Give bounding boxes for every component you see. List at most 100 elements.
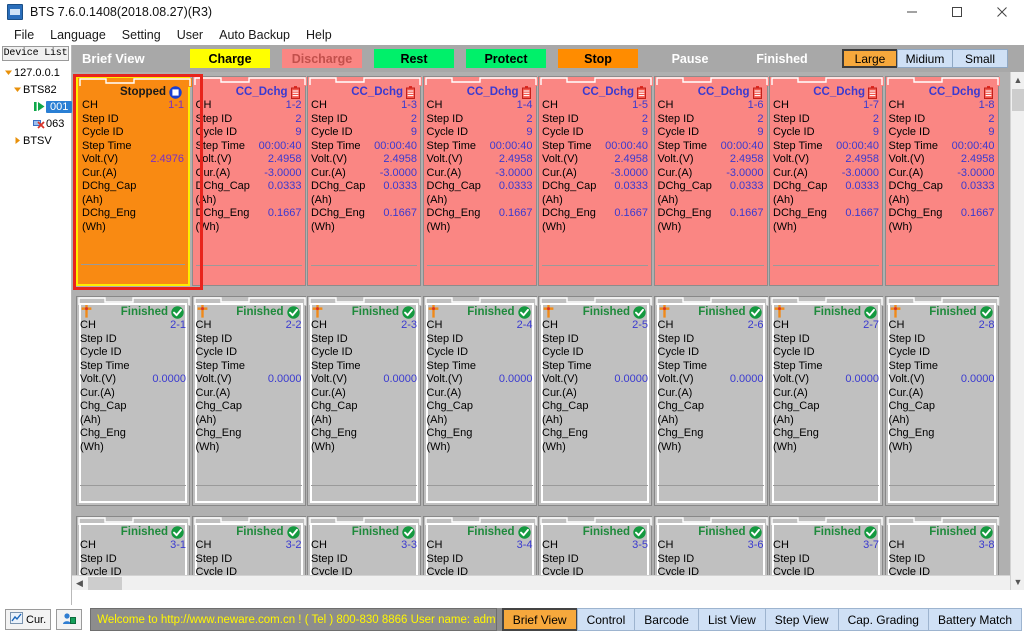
tab-battery-match[interactable]: Battery Match	[927, 608, 1022, 631]
channel-card-1-6[interactable]: CC_Dchg CH 1-6 Step ID 2 Cycle ID 9 Step Time 00…	[653, 76, 769, 286]
legend-chip-finished[interactable]: Finished	[742, 49, 822, 68]
menu-item-auto-backup[interactable]: Auto Backup	[211, 26, 298, 44]
tab-list-view[interactable]: List View	[697, 608, 766, 631]
chevron-down-icon[interactable]	[2, 68, 14, 77]
field-volt: Volt.(V) 0.0000	[889, 373, 995, 387]
value-volt: 0.0000	[729, 373, 764, 385]
field-eng: Chg_Eng	[889, 427, 995, 441]
channel-card-1-2[interactable]: CC_Dchg CH 1-2 Step ID 2 Cycle ID 9 Step Time 00…	[191, 76, 307, 286]
user-tool-button[interactable]	[56, 609, 83, 630]
field-eng: Chg_Eng	[658, 427, 764, 441]
device-node-BTSV[interactable]: BTSV	[0, 132, 71, 149]
channel-card-1-4[interactable]: CC_Dchg CH 1-4 Step ID 2 Cycle ID 9 Step Time 00…	[422, 76, 538, 286]
card-status-text: Finished	[467, 306, 515, 318]
green-check-icon	[748, 305, 762, 319]
field-cycle-id: Cycle ID	[542, 346, 648, 360]
tab-brief-view[interactable]: Brief View	[501, 608, 578, 631]
field-step-id-label: Step ID	[888, 112, 926, 125]
value-volt: 2.4958	[729, 153, 764, 165]
tab-control[interactable]: Control	[576, 608, 636, 631]
field-step-time: Step Time 00:00:40	[542, 140, 648, 154]
channel-card-1-1[interactable]: Stopped CH 1-1 Step ID Cycle ID Step Time Volt…	[76, 76, 192, 286]
tab-step-view[interactable]: Step View	[764, 608, 839, 631]
menu-item-language[interactable]: Language	[42, 26, 114, 44]
menu-item-file[interactable]: File	[6, 26, 42, 44]
menu-item-user[interactable]: User	[169, 26, 211, 44]
channel-card-2-3[interactable]: Finished CH 2-3 Step ID Cycle ID Step Time Vol…	[307, 296, 422, 506]
field-cycle-id: Cycle ID 9	[196, 126, 302, 140]
legend-chip-pause[interactable]: Pause	[650, 49, 730, 68]
card-footer	[542, 265, 648, 282]
channel-card-2-5[interactable]: Finished CH 2-5 Step ID Cycle ID Step Time Vol…	[538, 296, 653, 506]
field-cycle-id-label: Cycle ID	[888, 126, 931, 138]
channel-card-1-7[interactable]: CC_Dchg CH 1-7 Step ID 2 Cycle ID 9 Step Time 00…	[769, 76, 884, 286]
green-check-icon	[633, 525, 646, 539]
chevron-right-icon[interactable]	[11, 136, 23, 145]
menu-item-setting[interactable]: Setting	[114, 26, 169, 44]
field-cap-label: DChg_Cap	[426, 180, 481, 192]
channel-card-1-3[interactable]: CC_Dchg CH 1-3 Step ID 2 Cycle ID 9 Step Time 00…	[307, 76, 422, 286]
scroll-left-icon[interactable]: ◀	[72, 576, 87, 591]
tab-cap-grading[interactable]: Cap. Grading	[837, 608, 929, 631]
field-eng-unit: (Wh)	[542, 440, 566, 453]
field-cap: Chg_Cap	[542, 400, 648, 414]
field-cap-unit: (Ah)	[773, 413, 794, 426]
grid-vertical-scrollbar[interactable]: ▲ ▼	[1010, 72, 1024, 590]
size-button-large[interactable]: Large	[842, 49, 898, 68]
channel-card-2-4[interactable]: Finished CH 2-4 Step ID Cycle ID Step Time Vol…	[422, 296, 538, 506]
size-button-midium[interactable]: Midium	[897, 49, 953, 68]
field-cap-label: Chg_Cap	[888, 400, 935, 412]
value-ch: 1-1	[168, 99, 184, 111]
value-step-id: 2	[295, 112, 302, 125]
field-cur: Cur.(A)	[196, 387, 302, 401]
field-step-id-label: Step ID	[888, 332, 926, 345]
device-node-127-0-0-1[interactable]: 127.0.0.1	[0, 64, 71, 81]
tab-barcode[interactable]: Barcode	[634, 608, 699, 631]
legend-chip-discharge[interactable]: Discharge	[282, 49, 362, 68]
channel-card-1-8[interactable]: CC_Dchg CH 1-8 Step ID 2 Cycle ID 9 Step Time 00…	[884, 76, 1000, 286]
size-button-small[interactable]: Small	[952, 49, 1008, 68]
channel-card-2-6[interactable]: Finished CH 2-6 Step ID Cycle ID Step Time Vol…	[653, 296, 769, 506]
legend-chip-stop[interactable]: Stop	[558, 49, 638, 68]
device-node-001[interactable]: 001	[0, 98, 73, 115]
card-status-text: Finished	[929, 526, 977, 538]
minimize-icon[interactable]	[889, 0, 934, 24]
scroll-down-icon[interactable]: ▼	[1011, 574, 1024, 590]
grid-horizontal-scrollbar[interactable]: ◀	[72, 575, 1010, 590]
card-footer	[773, 485, 879, 502]
field-ch: CH 1-3	[311, 99, 417, 113]
vertical-scroll-thumb[interactable]	[1012, 89, 1024, 111]
device-node-BTS82[interactable]: BTS82	[0, 81, 71, 98]
device-node-063[interactable]: 063	[0, 115, 71, 132]
chevron-down-icon[interactable]	[11, 85, 23, 94]
card-status-row: CC_Dchg	[196, 85, 302, 99]
legend-chip-protect[interactable]: Protect	[466, 49, 546, 68]
value-cur: -3.0000	[957, 166, 995, 179]
battery-discharge-icon	[752, 85, 762, 99]
channel-card-2-8[interactable]: Finished CH 2-8 Step ID Cycle ID Step Time Vol…	[884, 296, 1000, 506]
field-ch: CH 2-6	[658, 319, 764, 333]
value-volt: 0.0000	[383, 373, 417, 385]
value-cur: -3.0000	[841, 166, 879, 179]
value-ch: 3-8	[978, 539, 995, 551]
maximize-icon[interactable]	[934, 0, 979, 24]
field-eng-label: DChg_Eng	[773, 207, 827, 219]
card-body: Finished CH 2-3 Step ID Cycle ID Step Time Vol…	[311, 305, 417, 483]
menu-item-help[interactable]: Help	[298, 26, 340, 44]
legend-chip-charge[interactable]: Charge	[190, 49, 270, 68]
channel-card-2-2[interactable]: Finished CH 2-2 Step ID Cycle ID Step Time Vol…	[191, 296, 307, 506]
horizontal-scroll-thumb[interactable]	[88, 577, 122, 590]
channel-card-2-1[interactable]: Finished CH 2-1 Step ID Cycle ID Step Time Vol…	[76, 296, 191, 506]
field-cap: Chg_Cap	[658, 400, 764, 414]
card-status-text: CC_Dchg	[351, 86, 403, 98]
field-cycle-id: Cycle ID	[311, 346, 417, 360]
close-icon[interactable]	[979, 0, 1024, 24]
legend-chip-rest[interactable]: Rest	[374, 49, 454, 68]
value-ch: 2-3	[401, 319, 417, 331]
scroll-up-icon[interactable]: ▲	[1011, 72, 1024, 88]
cur-tool-button[interactable]: Cur.	[5, 609, 52, 630]
field-cap-unit: (Ah)	[657, 413, 679, 426]
channel-card-1-5[interactable]: CC_Dchg CH 1-5 Step ID 2 Cycle ID 9 Step Time 00…	[538, 76, 653, 286]
value-ch: 1-8	[978, 99, 995, 111]
channel-card-2-7[interactable]: Finished CH 2-7 Step ID Cycle ID Step Time Vol…	[769, 296, 884, 506]
